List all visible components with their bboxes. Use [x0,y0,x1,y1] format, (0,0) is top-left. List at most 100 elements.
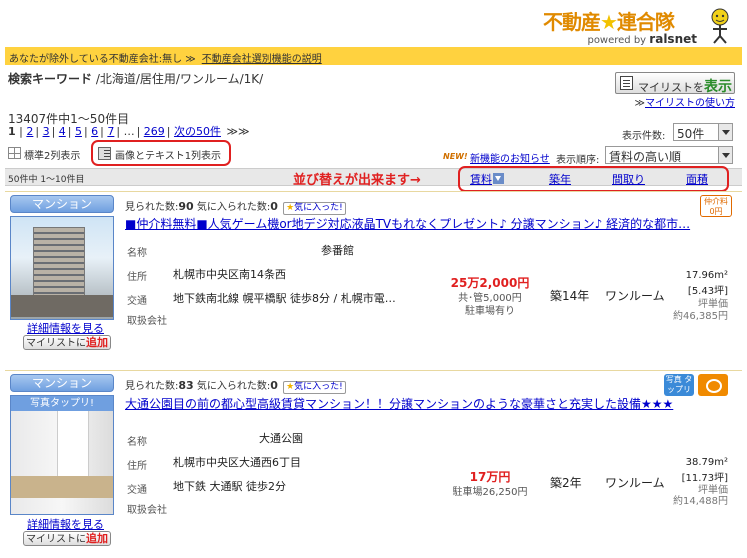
transport-label: 交通 [127,296,147,307]
name-label: 名称 [127,248,147,259]
listing-card: マンション 詳細情報を見る マイリストに追加 見られた数:90 気に入られた数:… [5,191,742,359]
page-link-4[interactable]: 4 [59,125,66,138]
new-features-link[interactable]: 新機能のお知らせ [470,150,550,165]
room-image [11,396,113,514]
add-to-mylist-label: マイリストに [26,534,86,545]
unit-price: 約14,488円 [673,496,728,507]
property-type-label: マンション [10,374,114,392]
page-link-last[interactable]: 269 [144,125,165,138]
range-text: 50件中 1～10件目 [8,175,85,185]
favorite-button[interactable]: ★気に入った! [283,202,346,215]
fav-count: 0 [270,200,278,213]
list-view-icon [98,147,111,160]
seen-count: 90 [178,200,194,213]
property-name: 大通公園 [259,432,303,445]
detail-link[interactable]: 詳細情報を見る [27,516,104,532]
fav-count: 0 [270,379,278,392]
page-current: 1 [8,125,16,138]
agent-label: 取扱会社 [127,505,167,516]
room-layout: ワンルーム [605,476,665,490]
mylist-howto-link[interactable]: マイリストの使い方 [645,98,735,109]
pagination: 1 | 2 | 3 | 4 | 5 | 6 | 7 | … | 269 | 次の50件 ≫≫ [8,125,250,138]
star-icon: ★ [286,203,295,213]
address-label: 住所 [127,461,147,472]
property-photo[interactable] [10,216,114,320]
chevron-down-icon [718,147,732,163]
star-icon: ★ [286,382,295,392]
sort-by-age[interactable]: 築年 [549,171,571,187]
listing-title-link[interactable]: 大通公園目の前の都心型高級賃貸マンション！！分譲マンションのような豪華さと充実し… [125,397,673,411]
show-mylist-label: マイリストを [638,81,704,94]
area-m2: 17.96m² [685,270,728,281]
parking-info: 駐車場26,250円 [452,487,528,498]
listing-card: マンション 写真タップリ! 詳細情報を見る マイリストに追加 見られた数:83 … [5,370,742,554]
transport-label: 交通 [127,485,147,496]
favorite-button[interactable]: ★気に入った! [283,381,346,394]
new-badge: NEW! [443,152,468,161]
per-page-select[interactable]: 50件 [673,123,733,141]
property-transport: 地下鉄 大通駅 徒歩2分 [173,480,286,493]
agent-filter-help-link[interactable]: 不動産会社選別機能の説明 [202,54,322,65]
camera-icon [698,374,728,396]
page-link-6[interactable]: 6 [91,125,98,138]
search-keyword-label: 検索キーワード [8,72,93,86]
sort-order-value: 賃料の高い順 [609,150,682,164]
page-link-5[interactable]: 5 [75,125,82,138]
favorite-button-label: 気に入った! [294,382,343,392]
agent-label: 取扱会社 [127,316,167,327]
excluded-agents-notice: あなたが除外している不動産会社:無し ≫ 不動産会社選別機能の説明 [5,47,742,65]
notice-text: あなたが除外している不動産会社:無し [9,54,183,65]
page-link-7[interactable]: 7 [107,125,114,138]
grid-icon [8,147,21,159]
view-one-column-option[interactable]: 画像とテキスト1列表示 [91,140,231,166]
property-type-label: マンション [10,195,114,213]
search-keyword: 検索キーワード /北海道/居住用/ワンルーム/1K/ [8,70,263,87]
sort-by-rent-label: 賃料 [470,173,492,186]
listing-stats: 見られた数:83 気に入られた数:0 ★気に入った! [125,377,346,394]
no-fee-badge: 仲介料 0円 [700,195,732,217]
site-logo[interactable]: 不動産★連合隊 powered by ralsnet [543,6,733,46]
view-two-column-label: 標準2列表示 [24,151,81,162]
chevron-down-icon [718,124,732,140]
fav-label: 気に入られた数: [196,381,271,392]
unit-price: 約46,385円 [673,311,728,322]
next-page-link[interactable]: 次の50件 [174,125,221,138]
room-layout: ワンルーム [605,289,665,303]
sort-order-select[interactable]: 賃料の高い順 [605,146,733,164]
seen-label: 見られた数: [125,202,179,213]
add-to-mylist-button[interactable]: マイリストに追加 [23,531,111,546]
property-photo[interactable]: 写真タップリ! [10,395,114,515]
sort-by-layout[interactable]: 間取り [612,171,645,187]
sort-desc-icon [493,173,504,184]
star-icon: ★ [600,10,618,34]
building-image [11,217,113,319]
per-page-value: 50件 [677,127,705,141]
sort-by-rent[interactable]: 賃料 [470,171,504,187]
page-link-3[interactable]: 3 [43,125,50,138]
sort-hint: 並び替えが出来ます→ [293,173,421,188]
name-label: 名称 [127,437,147,448]
detail-link[interactable]: 詳細情報を見る [27,320,104,336]
show-mylist-label-big: 表示 [704,79,732,95]
property-transport: 地下鉄南北線 幌平橋駅 徒歩8分 / 札幌市電… [173,292,396,305]
add-to-mylist-button[interactable]: マイリストに追加 [23,335,111,350]
listing-title-link[interactable]: ■仲介料無料■人気ゲーム機or地デジ対応液晶TVもれなくプレゼント♪ 分譲マンシ… [125,217,690,231]
seen-count: 83 [178,379,194,392]
list-icon [620,76,633,90]
favorite-button-label: 気に入った! [294,203,343,213]
view-one-column-label: 画像とテキスト1列表示 [115,151,222,162]
view-two-column-option[interactable]: 標準2列表示 [8,147,80,162]
address-label: 住所 [127,272,147,283]
building-age: 築2年 [550,476,582,490]
show-mylist-button[interactable]: マイリストを表示 [615,72,735,95]
mascot-icon [711,8,729,44]
page-link-2[interactable]: 2 [26,125,33,138]
area-m2: 38.79m² [685,457,728,468]
add-to-mylist-label-big: 追加 [86,532,108,545]
photo-banner: 写真タップリ! [11,396,113,411]
next-page-arrows: ≫≫ [226,125,250,138]
parking-info: 駐車場有り [465,306,515,317]
listing-stats: 見られた数:90 気に入られた数:0 ★気に入った! [125,198,346,215]
logo-text-left: 不動産 [543,10,601,34]
sort-by-area[interactable]: 面積 [686,171,708,187]
